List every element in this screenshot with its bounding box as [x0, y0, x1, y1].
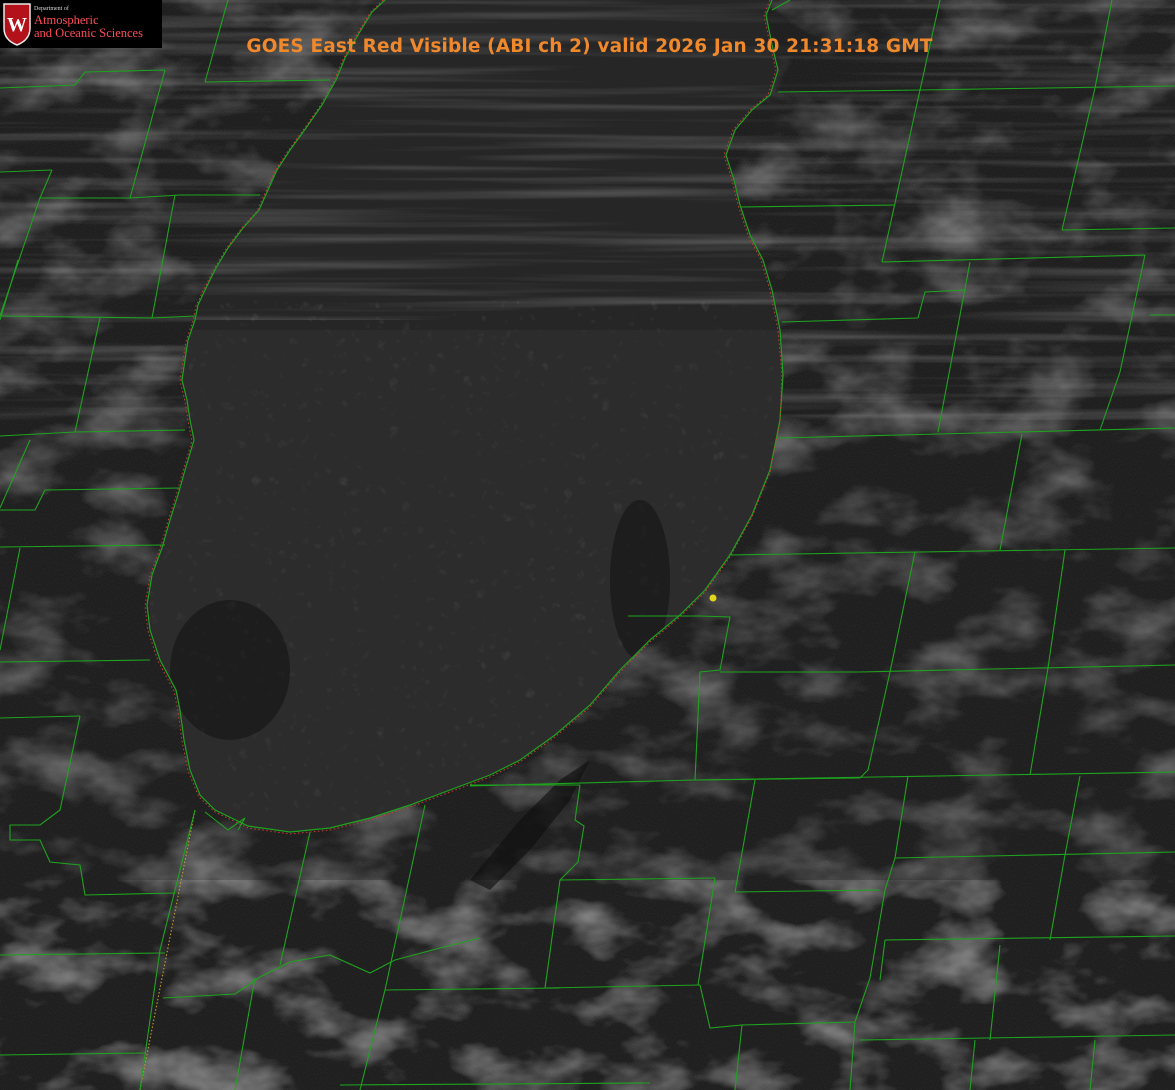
station-marker [709, 594, 717, 602]
satellite-image-viewer: W Department of Atmospheric and Oceanic … [0, 0, 1175, 1090]
satellite-map [0, 0, 1175, 1090]
svg-text:W: W [7, 14, 27, 36]
logo-department-text: Department of [34, 6, 69, 12]
cloud-band-south [0, 880, 1175, 1090]
image-title: GOES East Red Visible (ABI ch 2) valid 2… [246, 36, 933, 57]
